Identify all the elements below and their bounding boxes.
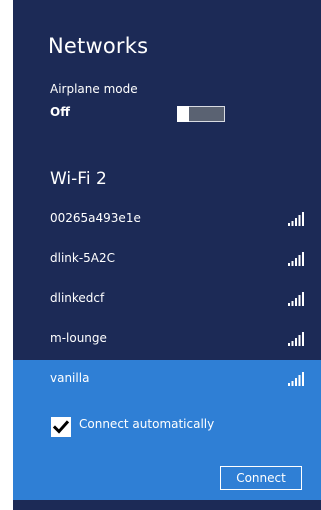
page-title: Networks <box>48 34 149 58</box>
network-name: dlink-5A2C <box>50 251 116 265</box>
network-name: vanilla <box>50 371 90 385</box>
signal-bars-icon <box>288 292 304 306</box>
connect-automatically-label: Connect automatically <box>79 417 215 431</box>
toggle-knob <box>177 106 189 122</box>
networks-panel: Networks Airplane mode Off Wi-Fi 2 00265… <box>13 0 321 510</box>
network-name: 00265a493e1e <box>50 211 141 225</box>
network-item-dlinkedcf[interactable]: dlinkedcf <box>13 280 321 320</box>
connect-automatically-checkbox[interactable] <box>51 417 71 437</box>
network-item-m-lounge[interactable]: m-lounge <box>13 320 321 360</box>
network-item-00265a493e1e[interactable]: 00265a493e1e <box>13 200 321 240</box>
signal-bars-icon <box>288 372 304 386</box>
airplane-mode-state: Off <box>50 105 70 119</box>
airplane-mode-label: Airplane mode <box>50 82 138 96</box>
signal-bars-icon <box>288 252 304 266</box>
wifi-group-label: Wi-Fi 2 <box>50 169 107 189</box>
network-name: m-lounge <box>50 331 107 345</box>
network-name: dlinkedcf <box>50 291 105 305</box>
checkmark-icon <box>52 420 70 434</box>
network-item-dlink-5A2C[interactable]: dlink-5A2C <box>13 240 321 280</box>
connect-button[interactable]: Connect <box>220 466 302 490</box>
signal-bars-icon <box>288 332 304 346</box>
signal-bars-icon <box>288 212 304 226</box>
network-item-vanilla[interactable]: vanilla Connect automatically Connect <box>13 360 321 500</box>
airplane-mode-toggle[interactable] <box>177 106 225 122</box>
